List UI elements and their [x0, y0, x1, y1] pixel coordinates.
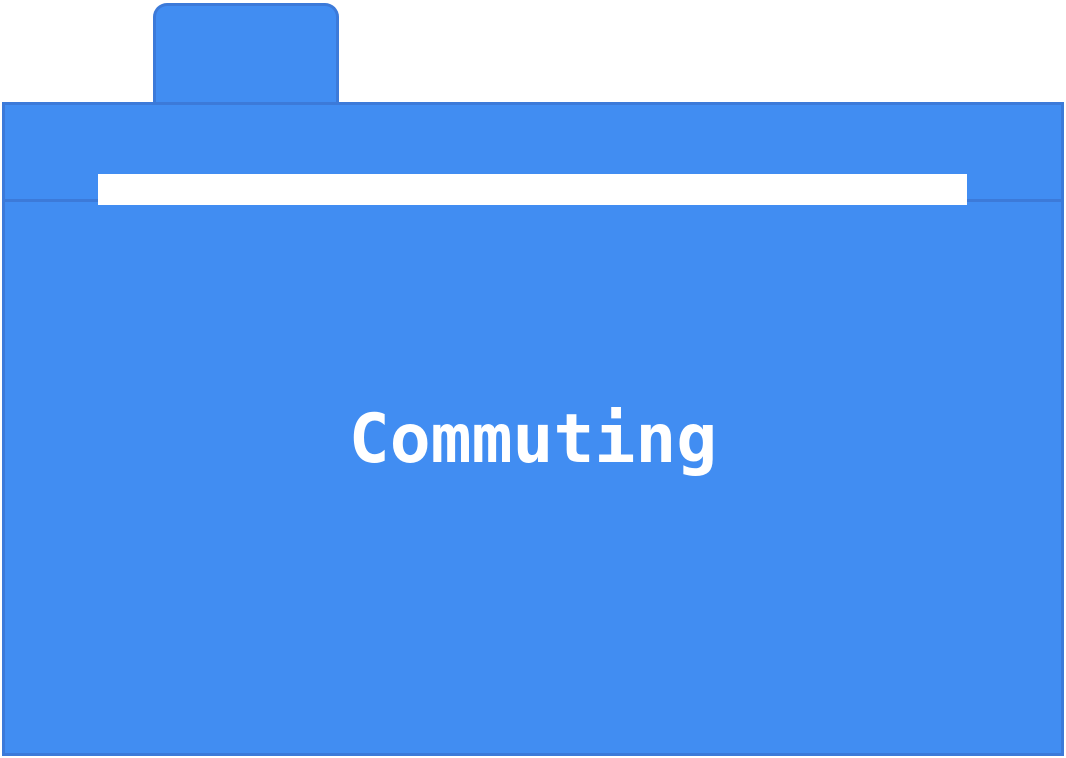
paper-strip: [98, 174, 967, 205]
folder-icon[interactable]: Commuting: [2, 102, 1064, 756]
folder-tab[interactable]: [153, 3, 339, 107]
canvas: Commuting: [0, 0, 1066, 758]
folder-label: Commuting: [348, 400, 718, 479]
